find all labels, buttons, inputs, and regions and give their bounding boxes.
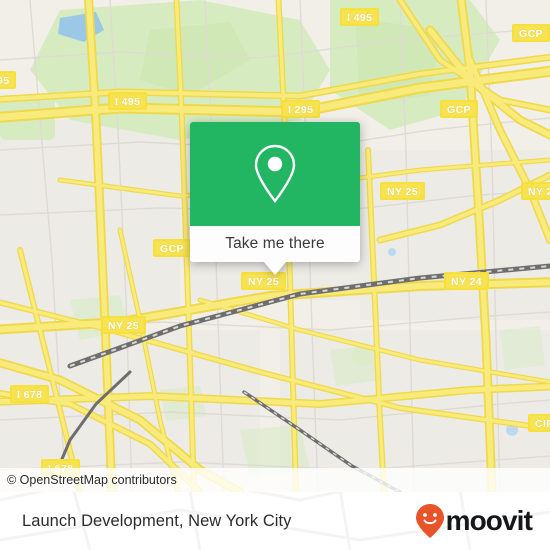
road-shield: NY 24 xyxy=(444,272,489,290)
road-shield: GCP xyxy=(153,239,191,257)
road-shield: GCP xyxy=(512,24,550,42)
map-attribution: © OpenStreetMap contributors xyxy=(0,468,550,492)
road-shield: I 495 xyxy=(340,8,380,26)
attribution-text: © OpenStreetMap contributors xyxy=(7,473,177,487)
road-shield: I 495 xyxy=(108,92,148,110)
road-shield: NY 2 xyxy=(521,182,550,200)
map-pin-icon xyxy=(254,144,296,203)
road-shield: I 678 xyxy=(10,385,50,403)
map-page: I 495 GCP 95 I 495 I 295 GCP NY 25 NY 2 GCP NY 25… xyxy=(0,0,550,550)
moovit-pin-icon xyxy=(415,504,444,538)
location-popup-card[interactable]: Take me there xyxy=(190,122,360,275)
take-me-there-button[interactable]: Take me there xyxy=(190,226,360,275)
road-shield: I 295 xyxy=(281,100,321,118)
moovit-wordmark: moovit xyxy=(445,505,533,536)
road-shield: NY 25 xyxy=(101,316,146,334)
take-me-there-label: Take me there xyxy=(225,235,325,252)
road-shield: NY 25 xyxy=(380,182,425,200)
popup-icon-area xyxy=(190,122,360,226)
popup-tail xyxy=(264,262,286,275)
place-title: Launch Development, New York City xyxy=(22,511,292,530)
moovit-logo[interactable]: moovit xyxy=(415,503,533,539)
road-shield: 95 xyxy=(0,71,17,89)
road-shield: CIP xyxy=(528,414,550,432)
road-shield: GCP xyxy=(440,100,478,118)
footer-bar: Launch Development, New York City moovit xyxy=(0,492,550,550)
